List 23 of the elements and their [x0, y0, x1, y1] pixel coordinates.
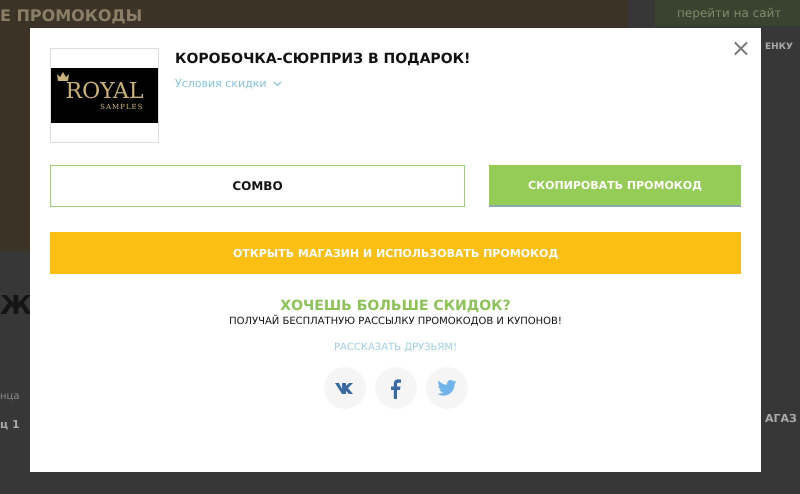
crown-icon	[57, 72, 69, 81]
caption-text: нца	[0, 391, 20, 402]
open-shop-button[interactable]: ОТКРЫТЬ МАГАЗИН И ИСПОЛЬЗОВАТЬ ПРОМОКОД	[50, 232, 741, 274]
logo-text: ROYAL	[66, 80, 144, 102]
site-button[interactable]: перейти на сайт	[655, 0, 800, 26]
conditions-link[interactable]: Условия скидки	[175, 77, 470, 90]
shop-label: АГАЗ	[765, 412, 798, 425]
share-link[interactable]: РАССКАЗАТЬ ДРУЗЬЯМ!	[334, 342, 457, 353]
subscribe-heading: ХОЧЕШЬ БОЛЬШЕ СКИДОК?	[280, 298, 511, 314]
copy-code-button[interactable]: СКОПИРОВАТЬ ПРОМОКОД	[489, 165, 741, 207]
social-share-button[interactable]	[374, 367, 416, 409]
close-button[interactable]: ×	[730, 36, 751, 60]
chevron-icon	[272, 80, 282, 86]
rating-label: ЕНКУ	[765, 42, 794, 52]
banner-title: Е ПРОМОКОДЫ	[0, 6, 144, 25]
social-share-button[interactable]	[324, 367, 366, 409]
offer-title: КОРОБОЧКА-СЮРПРИЗ В ПОДАРОК!	[175, 51, 470, 67]
vk-icon	[334, 382, 356, 394]
subscribe-text: ПОЛУЧАЙ БЕСПЛАТНУЮ РАССЫЛКУ ПРОМОКОДОВ И КУПОНОВ!	[229, 316, 562, 327]
facebook-icon	[390, 378, 401, 398]
bold-text: ц 1	[0, 418, 21, 431]
promo-code-field[interactable]: COMBO	[50, 165, 465, 207]
twitter-icon	[436, 380, 456, 396]
